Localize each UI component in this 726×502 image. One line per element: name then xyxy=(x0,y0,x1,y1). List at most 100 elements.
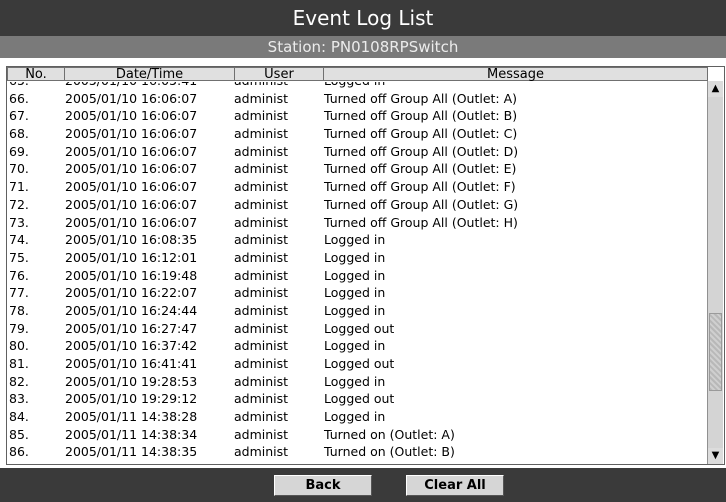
table-row[interactable]: 86. 2005/01/11 14:38:35 administ Turned on … xyxy=(7,443,707,461)
row-number: 76. xyxy=(9,267,29,283)
table-row[interactable]: 66. 2005/01/10 16:06:07 administ Turned off… xyxy=(7,90,707,108)
row-user: administ xyxy=(234,444,289,460)
table-row[interactable]: 85. 2005/01/11 14:38:34 administ Turned on … xyxy=(7,426,707,444)
column-header-no[interactable]: No. xyxy=(7,67,65,82)
table-row[interactable]: 68. 2005/01/10 16:06:07 administ Turned off… xyxy=(7,125,707,143)
row-number: 85. xyxy=(9,426,29,442)
row-user: administ xyxy=(234,232,289,248)
clear-all-button[interactable]: Clear All xyxy=(406,475,504,496)
row-message: Logged in xyxy=(324,409,386,425)
row-user: administ xyxy=(234,90,289,106)
row-message: Turned off Group All (Outlet: H) xyxy=(324,214,518,230)
arrow-down-icon: ▼ xyxy=(711,450,720,461)
column-header-user[interactable]: User xyxy=(234,67,324,82)
row-user: administ xyxy=(234,338,289,354)
row-message: Turned off Group All (Outlet: D) xyxy=(324,143,519,159)
row-message: Turned on (Outlet: B) xyxy=(324,444,455,460)
row-message: Logged in xyxy=(324,302,386,318)
scroll-thumb[interactable] xyxy=(709,313,722,391)
row-datetime: 2005/01/10 16:06:07 xyxy=(65,126,198,142)
row-user: administ xyxy=(234,108,289,124)
table-row[interactable]: 77. 2005/01/10 16:22:07 administ Logged in xyxy=(7,284,707,302)
row-number: 77. xyxy=(9,285,29,301)
table-row[interactable]: 71. 2005/01/10 16:06:07 administ Turned off… xyxy=(7,178,707,196)
row-datetime: 2005/01/10 16:06:07 xyxy=(65,179,198,195)
row-message: Logged in xyxy=(324,232,386,248)
log-rows: 65.2005/01/10 16:05:41administLogged in6… xyxy=(7,82,707,464)
row-datetime: 2005/01/10 16:19:48 xyxy=(65,267,198,283)
row-datetime: 2005/01/10 16:06:07 xyxy=(65,214,198,230)
row-number: 68. xyxy=(9,126,29,142)
row-datetime: 2005/01/11 14:38:34 xyxy=(65,426,198,442)
table-row[interactable]: 80. 2005/01/10 16:37:42 administ Logged in xyxy=(7,337,707,355)
row-user: administ xyxy=(234,409,289,425)
row-message: Logged out xyxy=(324,391,395,407)
row-message: Turned off Group All (Outlet: G) xyxy=(324,196,519,212)
table-row[interactable]: 72. 2005/01/10 16:06:07 administ Turned off… xyxy=(7,196,707,214)
table-row[interactable]: 82. 2005/01/10 19:28:53 administ Logged in xyxy=(7,373,707,391)
row-number: 72. xyxy=(9,196,29,212)
table-row[interactable]: 67. 2005/01/10 16:06:07 administ Turned off… xyxy=(7,107,707,125)
table-row[interactable]: 73. 2005/01/10 16:06:07 administ Turned off… xyxy=(7,214,707,232)
table-row[interactable]: 78. 2005/01/10 16:24:44 administ Logged in xyxy=(7,302,707,320)
row-number: 86. xyxy=(9,444,29,460)
row-datetime: 2005/01/10 16:06:07 xyxy=(65,143,198,159)
row-message: Logged in xyxy=(324,82,385,90)
row-number: 70. xyxy=(9,161,29,177)
row-number: 82. xyxy=(9,373,29,389)
row-user: administ xyxy=(234,214,289,230)
column-header-datetime[interactable]: Date/Time xyxy=(64,67,235,82)
scroll-up-button[interactable]: ▲ xyxy=(708,81,723,97)
row-user: administ xyxy=(234,82,288,90)
vertical-scrollbar[interactable]: ▲ ▼ xyxy=(707,81,723,464)
row-datetime: 2005/01/10 16:05:41 xyxy=(65,82,197,90)
table-row[interactable]: 65. 2005/01/10 16:05:41 administ Logged in xyxy=(7,82,707,90)
row-user: administ xyxy=(234,373,289,389)
table-row[interactable]: 79. 2005/01/10 16:27:47 administ Logged out xyxy=(7,320,707,338)
table-row[interactable]: 75. 2005/01/10 16:12:01 administ Logged in xyxy=(7,249,707,267)
row-number: 83. xyxy=(9,391,29,407)
table-row[interactable]: 84. 2005/01/11 14:38:28 administ Logged in xyxy=(7,408,707,426)
row-number: 69. xyxy=(9,143,29,159)
table-row[interactable]: 70. 2005/01/10 16:06:07 administ Turned off… xyxy=(7,160,707,178)
row-datetime: 2005/01/11 14:38:35 xyxy=(65,444,198,460)
row-number: 66. xyxy=(9,90,29,106)
scroll-down-button[interactable]: ▼ xyxy=(708,448,723,464)
event-log-list[interactable]: No. Date/Time User Message 65. 2005/01/10… xyxy=(6,66,725,465)
table-row[interactable]: 76. 2005/01/10 16:19:48 administ Logged in xyxy=(7,267,707,285)
row-user: administ xyxy=(234,356,289,371)
row-number: 65. xyxy=(9,82,29,90)
row-message: Turned off Group All (Outlet: F) xyxy=(324,179,516,195)
row-user: administ xyxy=(234,249,289,265)
table-row[interactable]: 81. 2005/01/10 16:41:41 administ Logged out xyxy=(7,355,707,373)
row-datetime: 2005/01/11 14:38:28 xyxy=(65,409,198,425)
row-message: Turned on (Outlet: A) xyxy=(324,426,455,442)
row-datetime: 2005/01/10 16:06:07 xyxy=(65,196,198,212)
table-row[interactable]: 69. 2005/01/10 16:06:07 administ Turned off… xyxy=(7,143,707,161)
row-number: 79. xyxy=(9,320,29,336)
row-user: administ xyxy=(234,267,289,283)
row-message: Logged in xyxy=(324,285,386,301)
footer-bar: Back Clear All xyxy=(0,468,726,502)
column-header-message[interactable]: Message xyxy=(323,67,708,82)
row-datetime: 2005/01/10 16:27:47 xyxy=(65,320,198,336)
row-user: administ xyxy=(234,143,289,159)
back-button[interactable]: Back xyxy=(274,475,372,496)
row-user: administ xyxy=(234,196,289,212)
row-number: 84. xyxy=(9,409,29,425)
row-datetime: 2005/01/10 16:41:41 xyxy=(65,356,198,371)
station-label: Station: PN0108RPSwitch xyxy=(0,36,726,58)
row-datetime: 2005/01/10 16:12:01 xyxy=(65,249,198,265)
row-message: Turned off Group All (Outlet: E) xyxy=(324,161,517,177)
table-row[interactable]: 83. 2005/01/10 19:29:12 administ Logged out xyxy=(7,390,707,408)
table-row[interactable]: 74. 2005/01/10 16:08:35 administ Logged in xyxy=(7,231,707,249)
row-user: administ xyxy=(234,126,289,142)
row-user: administ xyxy=(234,426,289,442)
row-message: Logged in xyxy=(324,373,386,389)
row-datetime: 2005/01/10 16:08:35 xyxy=(65,232,198,248)
arrow-up-icon: ▲ xyxy=(711,83,720,94)
row-message: Turned off Group All (Outlet: B) xyxy=(324,108,518,124)
row-datetime: 2005/01/10 19:29:12 xyxy=(65,391,198,407)
row-user: administ xyxy=(234,320,289,336)
row-number: 67. xyxy=(9,108,29,124)
